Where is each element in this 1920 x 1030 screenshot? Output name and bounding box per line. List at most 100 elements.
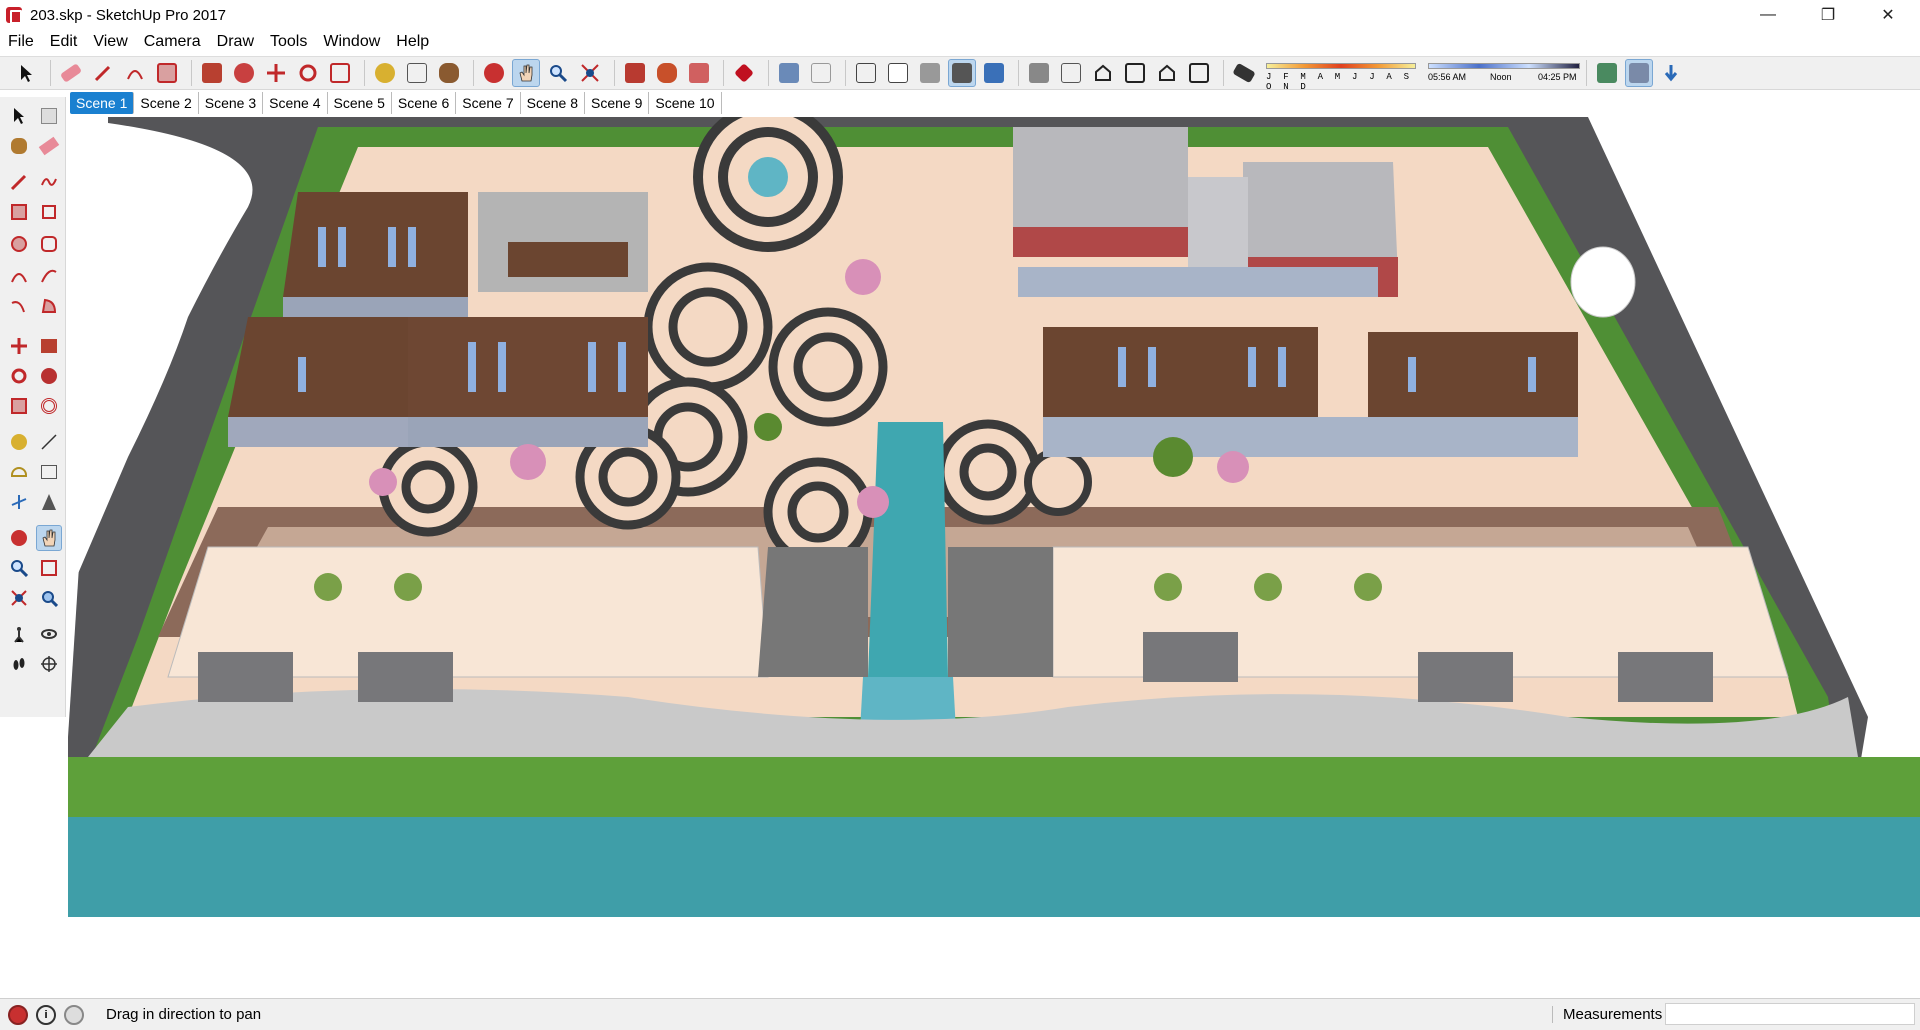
zoom-extents-tool[interactable] <box>6 585 32 611</box>
warehouse-button[interactable] <box>621 59 649 87</box>
line-tool[interactable] <box>6 169 32 195</box>
rotated-rectangle-tool[interactable] <box>36 199 62 225</box>
circle-tool[interactable] <box>6 231 32 257</box>
shaded-style-button[interactable] <box>916 59 944 87</box>
select-tool-button[interactable] <box>12 59 40 87</box>
previous-view-tool[interactable] <box>36 585 62 611</box>
dimension-tool[interactable] <box>36 429 62 455</box>
tab-scene-5[interactable]: Scene 5 <box>327 92 392 114</box>
line-tool-button[interactable] <box>89 59 117 87</box>
rotate-tool[interactable] <box>6 363 32 389</box>
extension-warehouse-button[interactable] <box>653 59 681 87</box>
shadows-toggle-button[interactable] <box>1230 59 1258 87</box>
zoom-extents-button[interactable] <box>576 59 604 87</box>
3d-text-tool[interactable] <box>36 489 62 515</box>
push-pull-tool-button[interactable] <box>198 59 226 87</box>
position-camera-tool[interactable] <box>6 621 32 647</box>
text-tool-button[interactable] <box>403 59 431 87</box>
look-around-tool[interactable] <box>36 621 62 647</box>
menu-camera[interactable]: Camera <box>136 30 209 54</box>
menu-tools[interactable]: Tools <box>262 30 315 54</box>
left-view-button[interactable] <box>1185 59 1213 87</box>
iso-view-button[interactable] <box>1025 59 1053 87</box>
tab-scene-10[interactable]: Scene 10 <box>649 92 722 114</box>
arc-tool-button[interactable] <box>121 59 149 87</box>
shaded-textures-style-button[interactable] <box>948 59 976 87</box>
credits-icon[interactable]: i <box>36 1004 56 1025</box>
tab-scene-3[interactable]: Scene 3 <box>198 92 264 114</box>
measurements-input[interactable] <box>1665 1003 1915 1025</box>
text-tool[interactable] <box>36 459 62 485</box>
modeling-viewport[interactable] <box>68 117 1920 997</box>
protractor-tool[interactable] <box>6 459 32 485</box>
orbit-tool[interactable] <box>6 525 32 551</box>
back-edges-style-button[interactable] <box>807 59 835 87</box>
tab-scene-8[interactable]: Scene 8 <box>520 92 585 114</box>
menu-view[interactable]: View <box>85 30 135 54</box>
maximize-button[interactable]: ❐ <box>1800 0 1856 30</box>
rotate-tool-button[interactable] <box>294 59 322 87</box>
tab-scene-7[interactable]: Scene 7 <box>456 92 521 114</box>
wireframe-style-button[interactable] <box>852 59 880 87</box>
zoom-tool[interactable] <box>6 555 32 581</box>
top-view-button[interactable] <box>1057 59 1085 87</box>
hidden-line-style-button[interactable] <box>884 59 912 87</box>
back-view-button[interactable] <box>1153 59 1181 87</box>
user-avatar-icon[interactable] <box>64 1004 84 1025</box>
photo-textures-button[interactable] <box>1657 59 1685 87</box>
menu-file[interactable]: File <box>0 30 42 54</box>
offset-tool-button[interactable] <box>230 59 258 87</box>
make-component-tool[interactable] <box>36 103 62 129</box>
tape-measure-tool[interactable] <box>6 429 32 455</box>
close-button[interactable]: ✕ <box>1860 0 1916 30</box>
xray-style-button[interactable] <box>775 59 803 87</box>
terrain-toggle-button[interactable] <box>1625 59 1653 87</box>
section-plane-tool[interactable] <box>36 651 62 677</box>
paint-bucket-tool[interactable] <box>6 133 32 159</box>
tab-scene-4[interactable]: Scene 4 <box>263 92 328 114</box>
tab-scene-2[interactable]: Scene 2 <box>134 92 199 114</box>
ruby-console-button[interactable] <box>730 59 758 87</box>
zoom-tool-button[interactable] <box>544 59 572 87</box>
pan-tool[interactable] <box>36 525 62 551</box>
scale-tool[interactable] <box>6 393 32 419</box>
monochrome-style-button[interactable] <box>980 59 1008 87</box>
menu-window[interactable]: Window <box>315 30 388 54</box>
freehand-tool[interactable] <box>36 169 62 195</box>
move-tool[interactable] <box>6 333 32 359</box>
walk-tool[interactable] <box>6 651 32 677</box>
pan-tool-button[interactable] <box>512 59 540 87</box>
tab-scene-6[interactable]: Scene 6 <box>391 92 457 114</box>
paint-bucket-tool-button[interactable] <box>435 59 463 87</box>
move-tool-button[interactable] <box>262 59 290 87</box>
tape-measure-tool-button[interactable] <box>371 59 399 87</box>
rectangle-tool[interactable] <box>6 199 32 225</box>
menu-help[interactable]: Help <box>388 30 437 54</box>
push-pull-tool[interactable] <box>36 333 62 359</box>
three-point-arc-tool[interactable] <box>6 293 32 319</box>
pie-tool[interactable] <box>36 293 62 319</box>
time-slider[interactable]: 05:56 AM Noon 04:25 PM <box>1428 59 1580 87</box>
follow-me-tool[interactable] <box>36 363 62 389</box>
add-location-button[interactable] <box>1593 59 1621 87</box>
orbit-tool-button[interactable] <box>480 59 508 87</box>
two-point-arc-tool[interactable] <box>36 263 62 289</box>
tab-scene-1[interactable]: Scene 1 <box>70 92 135 114</box>
scale-tool-button[interactable] <box>326 59 354 87</box>
right-view-button[interactable] <box>1121 59 1149 87</box>
arc-tool[interactable] <box>6 263 32 289</box>
tab-scene-9[interactable]: Scene 9 <box>585 92 650 114</box>
share-model-button[interactable] <box>685 59 713 87</box>
minimize-button[interactable]: — <box>1740 0 1796 30</box>
axes-tool[interactable] <box>6 489 32 515</box>
zoom-window-tool[interactable] <box>36 555 62 581</box>
front-view-button[interactable] <box>1089 59 1117 87</box>
polygon-tool[interactable] <box>36 231 62 257</box>
geo-location-icon[interactable] <box>8 1004 28 1025</box>
select-tool[interactable] <box>6 103 32 129</box>
eraser-tool[interactable] <box>36 133 62 159</box>
menu-edit[interactable]: Edit <box>42 30 86 54</box>
menu-draw[interactable]: Draw <box>209 30 262 54</box>
month-slider[interactable]: J F M A M J J A S O N D <box>1266 59 1416 92</box>
eraser-tool-button[interactable] <box>57 59 85 87</box>
